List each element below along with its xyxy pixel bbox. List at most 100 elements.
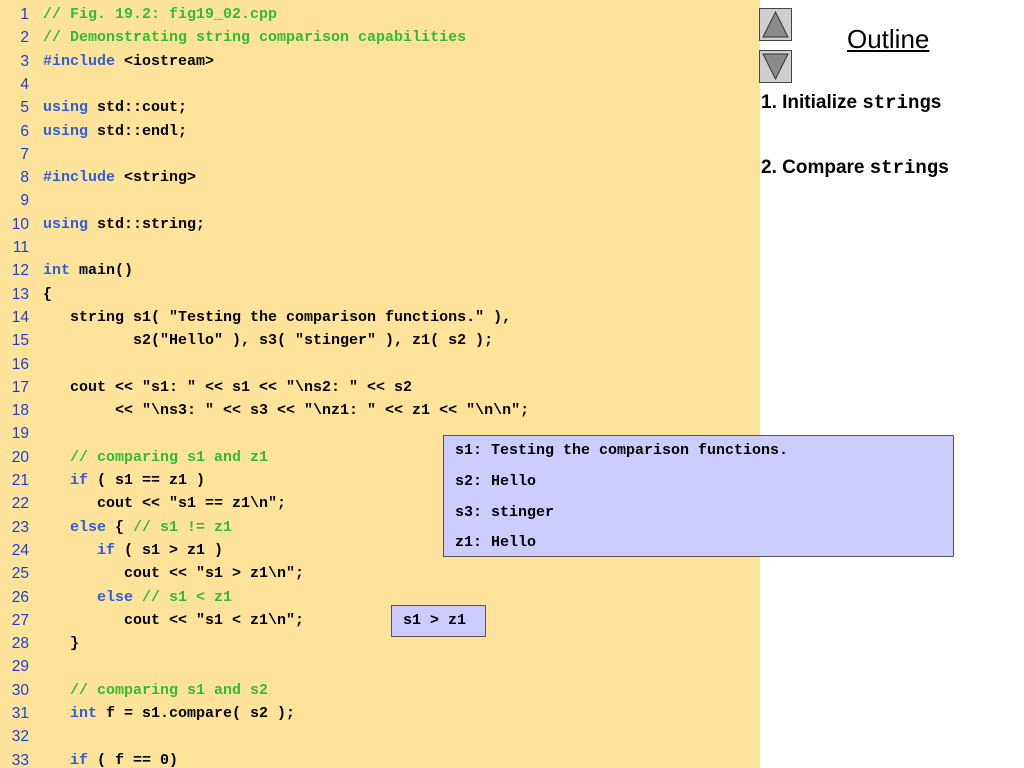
output-line: s3: stinger bbox=[455, 504, 555, 521]
code-text: // comparing s1 and z1 bbox=[43, 446, 268, 469]
code-text: using std::string; bbox=[43, 213, 205, 236]
outline-item-code: string bbox=[869, 157, 939, 179]
comment-token: // s1 != z1 bbox=[133, 518, 233, 536]
code-token: <string> bbox=[115, 169, 197, 187]
outline-item-suffix: s bbox=[930, 92, 942, 113]
line-number: 29 bbox=[11, 658, 29, 676]
code-text: // comparing s1 and s2 bbox=[43, 679, 268, 702]
code-token: std::string; bbox=[88, 215, 206, 233]
code-token: ( f == 0) bbox=[88, 751, 179, 768]
code-text: else { // s1 != z1 bbox=[43, 516, 232, 539]
code-text: int main() bbox=[43, 259, 133, 282]
comment-token: // comparing s1 and s2 bbox=[70, 681, 269, 699]
keyword-token: else bbox=[97, 588, 134, 606]
code-text: } bbox=[43, 632, 79, 655]
line-number: 2 bbox=[20, 29, 29, 47]
line-number: 31 bbox=[11, 705, 29, 722]
output-line: s1: Testing the comparison functions. bbox=[455, 442, 789, 459]
code-text: using std::endl; bbox=[43, 120, 187, 143]
outline-item-initialize: 1. Initialize strings bbox=[761, 92, 941, 114]
outline-item-text: 2. Compare bbox=[761, 157, 870, 178]
code-token: std::endl; bbox=[88, 122, 188, 140]
line-number: 19 bbox=[11, 425, 29, 443]
slide: 1 // Fig. 19.2: fig19_02.cpp 2 // Demonstra… bbox=[0, 0, 1024, 768]
keyword-token: #include bbox=[43, 169, 116, 187]
comment-token: // Demonstrating string comparison capab… bbox=[43, 29, 467, 47]
line-number: 4 bbox=[20, 75, 29, 93]
line-number: 25 bbox=[11, 565, 29, 583]
line-number: 24 bbox=[11, 541, 29, 559]
code-token: cout << "s1 == z1\n"; bbox=[43, 495, 287, 513]
outline-item-suffix: s bbox=[938, 157, 949, 178]
line-number: 26 bbox=[11, 588, 29, 606]
line-number: 13 bbox=[11, 285, 29, 303]
line-number: 1 bbox=[20, 6, 29, 23]
line-number: 17 bbox=[11, 378, 29, 396]
comment-token: // s1 < z1 bbox=[142, 588, 233, 606]
code-text: { bbox=[43, 283, 52, 306]
line-number: 9 bbox=[20, 192, 29, 210]
keyword-token: using bbox=[43, 215, 89, 233]
code-token: <iostream> bbox=[115, 52, 215, 70]
keyword-token: if bbox=[97, 541, 116, 559]
code-text: cout << "s1 == z1\n"; bbox=[43, 492, 286, 515]
code-text: if ( s1 == z1 ) bbox=[43, 469, 205, 492]
code-token: cout << "s1 < z1\n"; bbox=[43, 611, 305, 629]
program-output: s1: Testing the comparison functions. s2… bbox=[443, 435, 954, 557]
code-token: cout << "s1: " << s1 << "\ns2: " << s2 bbox=[43, 378, 413, 396]
code-token: { bbox=[43, 285, 53, 303]
comparison-output: s1 > z1 bbox=[391, 605, 486, 637]
code-text: else // s1 < z1 bbox=[43, 586, 232, 609]
code-text: // Demonstrating string comparison capab… bbox=[43, 26, 466, 49]
keyword-token: int bbox=[70, 705, 98, 722]
line-number: 12 bbox=[11, 262, 29, 280]
code-text: string s1( "Testing the comparison funct… bbox=[43, 306, 511, 329]
triangle-down-icon bbox=[762, 53, 789, 81]
line-number: 33 bbox=[11, 751, 29, 768]
code-text: if ( f == 0) bbox=[43, 749, 178, 768]
line-number: 11 bbox=[12, 239, 29, 256]
keyword-token: else bbox=[70, 518, 107, 536]
comment-token: // Fig. 19.2: fig19_02.cpp bbox=[43, 6, 278, 23]
line-number: 18 bbox=[11, 402, 29, 420]
line-number: 14 bbox=[11, 308, 29, 326]
code-text: // Fig. 19.2: fig19_02.cpp bbox=[43, 3, 277, 26]
code-text: s2("Hello" ), s3( "stinger" ), z1( s2 ); bbox=[43, 329, 493, 352]
output-line: z1: Hello bbox=[455, 534, 537, 551]
previous-slide-button[interactable] bbox=[759, 8, 792, 41]
keyword-token: #include bbox=[43, 52, 116, 70]
next-slide-button[interactable] bbox=[759, 50, 792, 83]
code-token: s2("Hello" ), s3( "stinger" ), z1( s2 ); bbox=[43, 332, 494, 350]
outline-item-text: 1. Initialize bbox=[761, 92, 863, 113]
line-number: 32 bbox=[11, 728, 29, 746]
line-number: 7 bbox=[20, 145, 29, 163]
line-number: 15 bbox=[11, 332, 29, 350]
line-number: 10 bbox=[11, 215, 29, 233]
line-number: 6 bbox=[20, 122, 29, 140]
code-token: f = s1.compare( s2 ); bbox=[97, 705, 296, 722]
line-number: 22 bbox=[11, 495, 29, 513]
code-text: #include <string> bbox=[43, 166, 196, 189]
line-number: 30 bbox=[11, 681, 29, 699]
code-token: { bbox=[106, 518, 134, 536]
keyword-token: if bbox=[70, 472, 89, 489]
keyword-token: int bbox=[43, 262, 71, 280]
code-text: int f = s1.compare( s2 ); bbox=[43, 702, 295, 725]
line-number: 28 bbox=[11, 635, 29, 653]
code-token: string s1( "Testing the comparison funct… bbox=[43, 308, 512, 326]
line-number: 23 bbox=[11, 518, 29, 536]
line-number: 3 bbox=[20, 52, 29, 70]
code-listing: 1 // Fig. 19.2: fig19_02.cpp 2 // Demonstra… bbox=[0, 0, 760, 768]
keyword-token: using bbox=[43, 122, 89, 140]
outline-item-compare: 2. Compare strings bbox=[761, 157, 949, 179]
line-number: 8 bbox=[20, 169, 29, 187]
outline-title[interactable]: Outline bbox=[847, 24, 929, 55]
line-number: 5 bbox=[20, 99, 29, 117]
